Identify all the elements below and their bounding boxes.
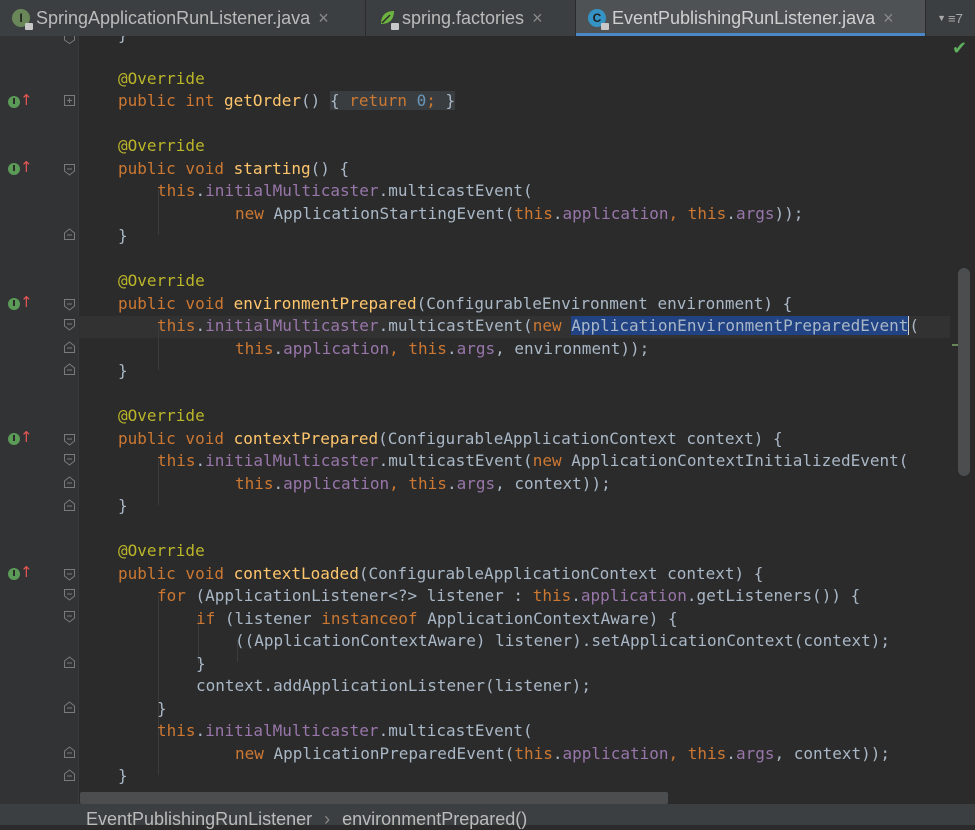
code-line: this.initialMulticaster.multicastEvent(n… bbox=[157, 451, 909, 470]
tab-spring-application-run-listener[interactable]: I SpringApplicationRunListener.java × bbox=[0, 0, 366, 36]
code-line: this.application, this.args, environment… bbox=[235, 339, 650, 358]
code-line: public void environmentPrepared(Configur… bbox=[118, 294, 793, 313]
implements-method-icon[interactable]: ↑ bbox=[8, 563, 33, 583]
implements-method-icon[interactable]: ↑ bbox=[8, 293, 33, 313]
code-line: public void contextPrepared(Configurable… bbox=[118, 429, 783, 448]
class-icon: C bbox=[588, 9, 609, 30]
implements-method-icon[interactable]: ↑ bbox=[8, 158, 33, 178]
breadcrumb-method[interactable]: environmentPrepared() bbox=[342, 809, 527, 829]
code-line: } bbox=[118, 496, 128, 515]
fold-icon[interactable] bbox=[64, 36, 75, 48]
code-line: new ApplicationPreparedEvent(this.applic… bbox=[235, 744, 891, 763]
tab-label: EventPublishingRunListener.java bbox=[612, 7, 876, 28]
tab-overflow-button[interactable]: ▼ ≡ 7 bbox=[931, 0, 969, 36]
fold-icon[interactable] bbox=[64, 454, 75, 466]
list-icon: ≡ bbox=[948, 10, 956, 26]
fold-icon[interactable] bbox=[64, 164, 75, 176]
code-line: public int getOrder() { return 0; } bbox=[118, 91, 456, 110]
code-line: this.initialMulticaster.multicastEvent(n… bbox=[157, 316, 920, 335]
selected-text: ApplicationEnvironmentPreparedEvent bbox=[571, 316, 909, 335]
fold-icon[interactable] bbox=[64, 746, 75, 758]
fold-icon[interactable] bbox=[64, 95, 75, 107]
code-line: } bbox=[118, 36, 128, 46]
tab-label: SpringApplicationRunListener.java bbox=[36, 7, 311, 28]
fold-icon[interactable] bbox=[64, 299, 75, 311]
lock-icon bbox=[391, 23, 399, 30]
fold-icon[interactable] bbox=[64, 611, 75, 623]
code-line: @Override bbox=[118, 69, 205, 88]
fold-icon[interactable] bbox=[64, 589, 75, 601]
code-line: for (ApplicationListener<?> listener : t… bbox=[157, 586, 861, 605]
chevron-right-icon: › bbox=[324, 809, 331, 829]
lock-icon bbox=[601, 23, 609, 30]
code-line: public void starting() { bbox=[118, 159, 350, 178]
fold-icon[interactable] bbox=[64, 769, 75, 781]
code-line: public void contextLoaded(ConfigurableAp… bbox=[118, 564, 764, 583]
fold-icon[interactable] bbox=[64, 434, 75, 446]
check-icon: ✔ bbox=[952, 38, 968, 59]
code-line: } bbox=[196, 654, 206, 673]
close-icon[interactable]: × bbox=[883, 8, 894, 29]
code-line: if (listener instanceof ApplicationConte… bbox=[196, 609, 678, 628]
code-line: this.initialMulticaster.multicastEvent( bbox=[157, 721, 533, 740]
code-line: } bbox=[118, 766, 128, 785]
fold-icon[interactable] bbox=[64, 569, 75, 581]
fold-icon[interactable] bbox=[64, 319, 75, 331]
chevron-down-icon: ▼ bbox=[937, 13, 947, 23]
tab-spring-factories[interactable]: spring.factories × bbox=[366, 0, 576, 36]
code-line: @Override bbox=[118, 541, 205, 560]
code-line: @Override bbox=[118, 271, 205, 290]
horizontal-scrollbar[interactable] bbox=[80, 792, 668, 804]
implements-method-icon[interactable]: ↑ bbox=[8, 91, 33, 111]
implements-method-icon[interactable]: ↑ bbox=[8, 428, 33, 448]
interface-icon: I bbox=[12, 9, 33, 30]
code-line: context.addApplicationListener(listener)… bbox=[196, 676, 591, 695]
close-icon[interactable]: × bbox=[532, 8, 543, 29]
spring-leaf-icon bbox=[378, 9, 399, 30]
fold-icon[interactable] bbox=[64, 363, 75, 375]
code-line: @Override bbox=[118, 406, 205, 425]
code-line: } bbox=[118, 361, 128, 380]
code-line: } bbox=[157, 699, 167, 718]
fold-icon[interactable] bbox=[64, 228, 75, 240]
code-line: this.initialMulticaster.multicastEvent( bbox=[157, 181, 533, 200]
fold-icon[interactable] bbox=[64, 701, 75, 713]
breadcrumb-class[interactable]: EventPublishingRunListener bbox=[86, 809, 312, 829]
close-icon[interactable]: × bbox=[318, 8, 329, 29]
fold-icon[interactable] bbox=[64, 341, 75, 353]
code-editor[interactable]: } @Override public int getOrder() { retu… bbox=[78, 36, 950, 804]
code-line: } bbox=[118, 226, 128, 245]
breadcrumb: EventPublishingRunListener › environmentPr… bbox=[86, 808, 527, 830]
text-cursor: ( bbox=[908, 316, 920, 335]
fold-icon[interactable] bbox=[64, 476, 75, 488]
code-line: new ApplicationStartingEvent(this.applic… bbox=[235, 204, 804, 223]
fold-icon[interactable] bbox=[64, 499, 75, 511]
tab-event-publishing-run-listener[interactable]: C EventPublishingRunListener.java × bbox=[576, 0, 926, 36]
editor-gutter: ↑ ↑ ↑ ↑ ↑ bbox=[0, 36, 78, 804]
vertical-scrollbar[interactable] bbox=[958, 268, 970, 476]
code-line: this.application, this.args, context)); bbox=[235, 474, 611, 493]
editor-tab-bar: I SpringApplicationRunListener.java × sp… bbox=[0, 0, 975, 37]
code-line: @Override bbox=[118, 136, 205, 155]
tab-label: spring.factories bbox=[402, 7, 525, 28]
code-line: ((ApplicationContextAware) listener).set… bbox=[235, 631, 891, 650]
fold-icon[interactable] bbox=[64, 656, 75, 668]
lock-icon bbox=[25, 23, 33, 30]
